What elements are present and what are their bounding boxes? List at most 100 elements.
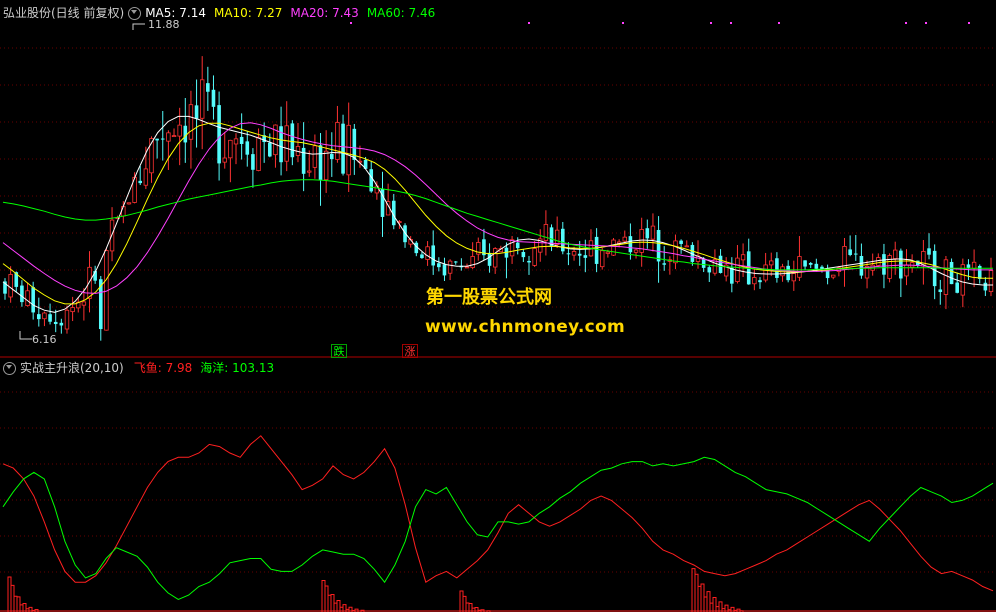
candle-body[interactable] [848, 249, 852, 255]
candle-body[interactable] [346, 124, 351, 176]
candle-body[interactable] [48, 314, 52, 322]
candle-body[interactable] [318, 145, 323, 180]
candle-body[interactable] [323, 150, 329, 181]
candle-body[interactable] [600, 250, 605, 268]
candle-body[interactable] [70, 307, 75, 313]
candle-body[interactable] [81, 301, 87, 306]
candle-body[interactable] [25, 290, 30, 307]
candle-body[interactable] [53, 321, 58, 325]
candle-body[interactable] [971, 261, 977, 269]
candle-body[interactable] [966, 264, 971, 268]
candle-body[interactable] [138, 180, 143, 184]
candle-body[interactable] [290, 123, 295, 158]
candle-body[interactable] [160, 138, 165, 140]
candle-body[interactable] [188, 104, 194, 140]
candle-body[interactable] [611, 239, 616, 256]
candle-body[interactable] [899, 250, 903, 279]
candle-body[interactable] [701, 258, 706, 268]
candle-body[interactable] [521, 252, 526, 258]
candle-body[interactable] [740, 254, 746, 261]
candle-body[interactable] [583, 255, 588, 258]
candle-body[interactable] [425, 246, 430, 260]
candle-body[interactable] [605, 251, 611, 254]
candle-body[interactable] [752, 277, 757, 285]
candle-body[interactable] [684, 245, 689, 248]
candle-body[interactable] [268, 142, 272, 157]
candle-body[interactable] [155, 138, 159, 141]
candle-body[interactable] [988, 270, 994, 293]
candle-body[interactable] [628, 236, 633, 253]
candle-body[interactable] [527, 260, 531, 263]
candle-body[interactable] [893, 249, 898, 259]
candle-body[interactable] [442, 264, 447, 276]
candle-body[interactable] [707, 267, 712, 273]
candle-body[interactable] [222, 157, 227, 163]
candle-body[interactable] [211, 89, 216, 107]
candle-body[interactable] [341, 123, 345, 174]
candle-body[interactable] [808, 263, 813, 265]
candle-body[interactable] [239, 136, 244, 144]
candle-body[interactable] [955, 282, 959, 293]
candle-body[interactable] [814, 263, 819, 269]
candle-body[interactable] [37, 314, 41, 320]
candle-body[interactable] [938, 289, 943, 292]
candle-body[interactable] [679, 240, 683, 244]
signal-marker-up[interactable]: 涨 [402, 344, 418, 358]
candle-body[interactable] [307, 170, 312, 173]
candle-body[interactable] [515, 242, 520, 249]
candle-body[interactable] [470, 256, 475, 268]
candle-body[interactable] [571, 251, 577, 256]
candle-body[interactable] [882, 254, 886, 275]
candle-body[interactable] [59, 322, 64, 326]
candle-body[interactable] [228, 139, 233, 159]
candle-body[interactable] [251, 154, 255, 170]
candle-body[interactable] [853, 253, 858, 255]
settings-icon[interactable] [3, 361, 16, 375]
candle-body[interactable] [763, 264, 768, 281]
candle-body[interactable] [622, 236, 627, 242]
candle-body[interactable] [797, 256, 802, 278]
candle-body[interactable] [369, 169, 374, 192]
candle-body[interactable] [662, 263, 667, 265]
candle-body[interactable] [791, 273, 796, 282]
candle-body[interactable] [758, 280, 762, 283]
candle-body[interactable] [177, 124, 182, 137]
candle-body[interactable] [121, 206, 126, 217]
candle-body[interactable] [166, 132, 171, 142]
candle-body[interactable] [284, 125, 289, 162]
candle-body[interactable] [126, 202, 132, 205]
candle-body[interactable] [312, 145, 318, 168]
candle-body[interactable] [64, 309, 70, 330]
candle-body[interactable] [206, 83, 210, 92]
candle-body[interactable] [645, 228, 650, 239]
candle-body[interactable] [633, 249, 639, 253]
candle-body[interactable] [335, 122, 340, 160]
candle-body[interactable] [301, 147, 306, 174]
candle-body[interactable] [769, 260, 774, 266]
candle-body[interactable] [171, 135, 177, 138]
candle-body[interactable] [492, 248, 498, 268]
candle-body[interactable] [217, 105, 221, 164]
candle-body[interactable] [453, 261, 458, 263]
candle-body[interactable] [487, 252, 492, 266]
candle-body[interactable] [233, 138, 239, 145]
candle-body[interactable] [87, 266, 92, 299]
candle-body[interactable] [42, 312, 47, 320]
stock-title[interactable]: 弘业股份(日线 前复权) [3, 3, 124, 23]
candle-body[interactable] [437, 263, 441, 268]
candle-body[interactable] [566, 253, 571, 255]
candle-body[interactable] [31, 287, 35, 313]
candle-body[interactable] [256, 136, 261, 171]
candle-body[interactable] [656, 229, 661, 262]
candle-body[interactable] [532, 248, 537, 266]
candle-body[interactable] [775, 258, 779, 278]
candle-body[interactable] [927, 248, 931, 255]
candle-body[interactable] [943, 259, 949, 295]
candle-body[interactable] [949, 261, 954, 285]
candle-body[interactable] [730, 267, 734, 284]
signal-marker-down[interactable]: 跌 [331, 344, 347, 358]
candle-body[interactable] [329, 154, 334, 160]
candle-body[interactable] [8, 274, 13, 298]
candle-body[interactable] [431, 245, 436, 266]
candle-body[interactable] [194, 105, 199, 119]
